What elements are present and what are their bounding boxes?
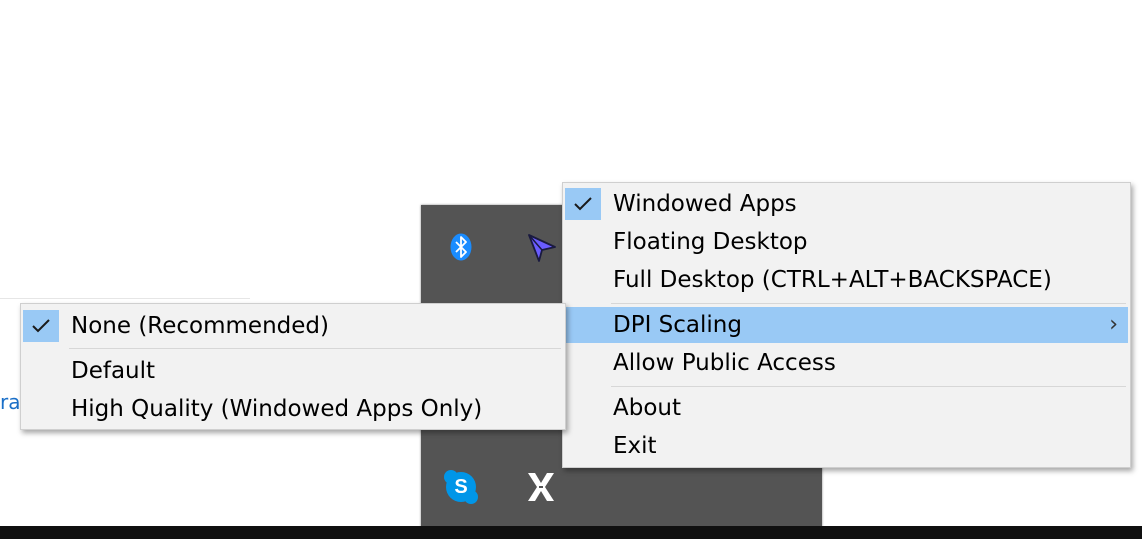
main-context-menu: Windowed Apps Floating Desktop Full Desk… [562,182,1131,468]
menu-item-label: About [613,395,682,421]
dpi-scaling-submenu: None (Recommended) Default High Quality … [20,303,566,430]
menu-item-label: DPI Scaling [613,312,742,338]
menu-item-dpi-scaling[interactable]: DPI Scaling › [565,307,1128,343]
checkmark-icon [565,188,601,220]
menu-separator [611,303,1126,304]
taskbar [0,526,1142,539]
menu-separator [69,348,561,349]
skype-icon-letter: S [454,476,468,498]
menu-item-windowed-apps[interactable]: Windowed Apps [565,186,1128,222]
submenu-item-label: High Quality (Windowed Apps Only) [71,396,483,422]
background-divider [0,298,250,299]
paper-plane-icon[interactable] [521,229,561,265]
submenu-item-high-quality[interactable]: High Quality (Windowed Apps Only) [23,391,563,427]
menu-item-label: Exit [613,433,657,459]
skype-icon[interactable]: S [443,469,479,505]
background-link-fragment[interactable]: ra [0,388,20,416]
menu-item-label: Allow Public Access [613,350,836,376]
submenu-item-none[interactable]: None (Recommended) [23,308,563,344]
menu-item-full-desktop[interactable]: Full Desktop (CTRL+ALT+BACKSPACE) [565,262,1128,298]
menu-item-exit[interactable]: Exit [565,428,1128,464]
chevron-right-icon: › [1109,312,1118,337]
checkmark-icon [23,310,59,342]
menu-separator [611,386,1126,387]
menu-item-label: Windowed Apps [613,191,797,217]
menu-item-about[interactable]: About [565,390,1128,426]
menu-item-label: Full Desktop (CTRL+ALT+BACKSPACE) [613,267,1052,293]
submenu-item-label: Default [71,358,156,384]
menu-item-allow-public-access[interactable]: Allow Public Access [565,345,1128,381]
submenu-item-label: None (Recommended) [71,313,329,339]
menu-item-label: Floating Desktop [613,229,808,255]
x-app-icon[interactable] [521,469,561,505]
submenu-item-default[interactable]: Default [23,353,563,389]
menu-item-floating-desktop[interactable]: Floating Desktop [565,224,1128,260]
bluetooth-icon[interactable] [443,229,479,265]
